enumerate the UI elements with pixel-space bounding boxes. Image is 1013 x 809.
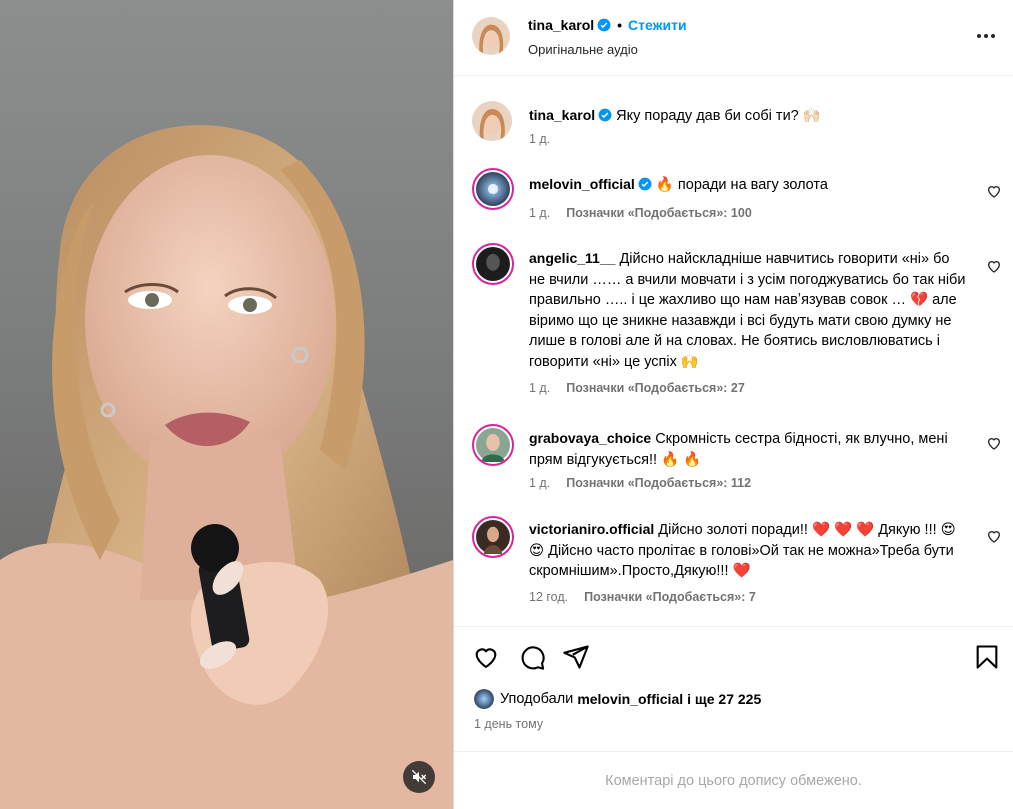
comment-body: angelic_11__ Дійсно найскладніше навчити… (529, 248, 969, 372)
more-icon[interactable] (974, 24, 998, 48)
comment-likes-count[interactable]: Позначки «Подобається»: 27 (566, 381, 745, 395)
comment-time: 1 д. (529, 476, 551, 490)
comment-time: 12 год. (529, 590, 569, 604)
author-username[interactable]: tina_karol (528, 17, 594, 33)
likes-summary: Уподобали melovin_official і ще 27 225 (474, 689, 761, 709)
mute-toggle-button[interactable] (403, 761, 435, 793)
comment-icon[interactable] (518, 643, 546, 671)
author-avatar[interactable] (472, 17, 510, 55)
comment-body: melovin_official 🔥 поради на вагу золота (529, 174, 969, 196)
liker-avatar[interactable] (474, 689, 494, 709)
comment-meta: 12 год. Позначки «Подобається»: 7 (529, 590, 756, 604)
heart-icon[interactable] (986, 258, 1002, 274)
comment-body: victorianiro.official Дійсно золоті пора… (529, 519, 969, 582)
heart-icon[interactable] (472, 643, 500, 671)
likes-user-link[interactable]: melovin_official (577, 691, 683, 707)
post-details-panel: tina_karol • Стежити Оригінальне аудіо tin… (454, 0, 1013, 809)
post-header: tina_karol • Стежити Оригінальне аудіо (454, 0, 1013, 76)
commenter-username[interactable]: angelic_11__ (529, 250, 615, 266)
caption-body: tina_karol Яку пораду дав би собі ти? 🙌🏻 (529, 105, 969, 127)
comment-time: 1 д. (529, 206, 551, 220)
commenter-avatar[interactable] (472, 168, 514, 210)
verified-badge-icon (638, 177, 652, 191)
caption-username[interactable]: tina_karol (529, 107, 595, 123)
commenter-avatar[interactable] (472, 424, 514, 466)
caption-text: Яку пораду дав би собі ти? 🙌🏻 (616, 108, 821, 124)
post-timestamp[interactable]: 1 день тому (474, 717, 543, 731)
comment-meta: 1 д. Позначки «Подобається»: 100 (529, 206, 752, 220)
comment-meta: 1 д. Позначки «Подобається»: 112 (529, 476, 751, 490)
heart-icon[interactable] (986, 528, 1002, 544)
verified-badge-icon (597, 18, 611, 32)
post-actions: Уподобали melovin_official і ще 27 225 1… (454, 626, 1013, 750)
comments-restricted-text: Коментарі до цього допису обмежено. (605, 772, 862, 789)
comment-meta: 1 д. Позначки «Подобається»: 27 (529, 381, 745, 395)
video-frame-illustration (0, 125, 453, 809)
comment-likes-count[interactable]: Позначки «Подобається»: 100 (566, 206, 752, 220)
likes-prefix: Уподобали (500, 691, 574, 707)
author-avatar[interactable] (472, 101, 512, 141)
separator-dot: • (617, 17, 623, 33)
caption-time: 1 д. (529, 132, 551, 146)
comment-text: 🔥 поради на вагу золота (655, 177, 828, 193)
bookmark-icon[interactable] (973, 643, 1001, 671)
commenter-username[interactable]: melovin_official (529, 176, 635, 192)
comment-likes-count[interactable]: Позначки «Подобається»: 112 (566, 476, 751, 490)
heart-icon[interactable] (986, 183, 1002, 199)
comment-body: grabovaya_choice Скромність сестра бідно… (529, 428, 969, 470)
verified-badge-icon (598, 108, 612, 122)
heart-icon[interactable] (986, 435, 1002, 451)
share-icon[interactable] (562, 643, 590, 671)
comment-time: 1 д. (529, 381, 551, 395)
commenter-username[interactable]: victorianiro.official (529, 521, 654, 537)
comments-list[interactable]: tina_karol Яку пораду дав би собі ти? 🙌🏻… (454, 77, 1013, 625)
post-video[interactable] (0, 0, 453, 809)
commenter-username[interactable]: grabovaya_choice (529, 430, 651, 446)
author-line: tina_karol • Стежити (528, 17, 687, 33)
commenter-avatar[interactable] (472, 516, 514, 558)
mute-icon (411, 769, 427, 785)
likes-count-link[interactable]: і ще 27 225 (687, 691, 761, 707)
follow-button[interactable]: Стежити (628, 17, 687, 33)
comment-text: Дійсно найскладніше навчитись говорити «… (529, 251, 966, 370)
commenter-avatar[interactable] (472, 243, 514, 285)
comments-restricted-note: Коментарі до цього допису обмежено. (454, 751, 1013, 809)
audio-label[interactable]: Оригінальне аудіо (528, 42, 638, 57)
comment-likes-count[interactable]: Позначки «Подобається»: 7 (584, 590, 756, 604)
